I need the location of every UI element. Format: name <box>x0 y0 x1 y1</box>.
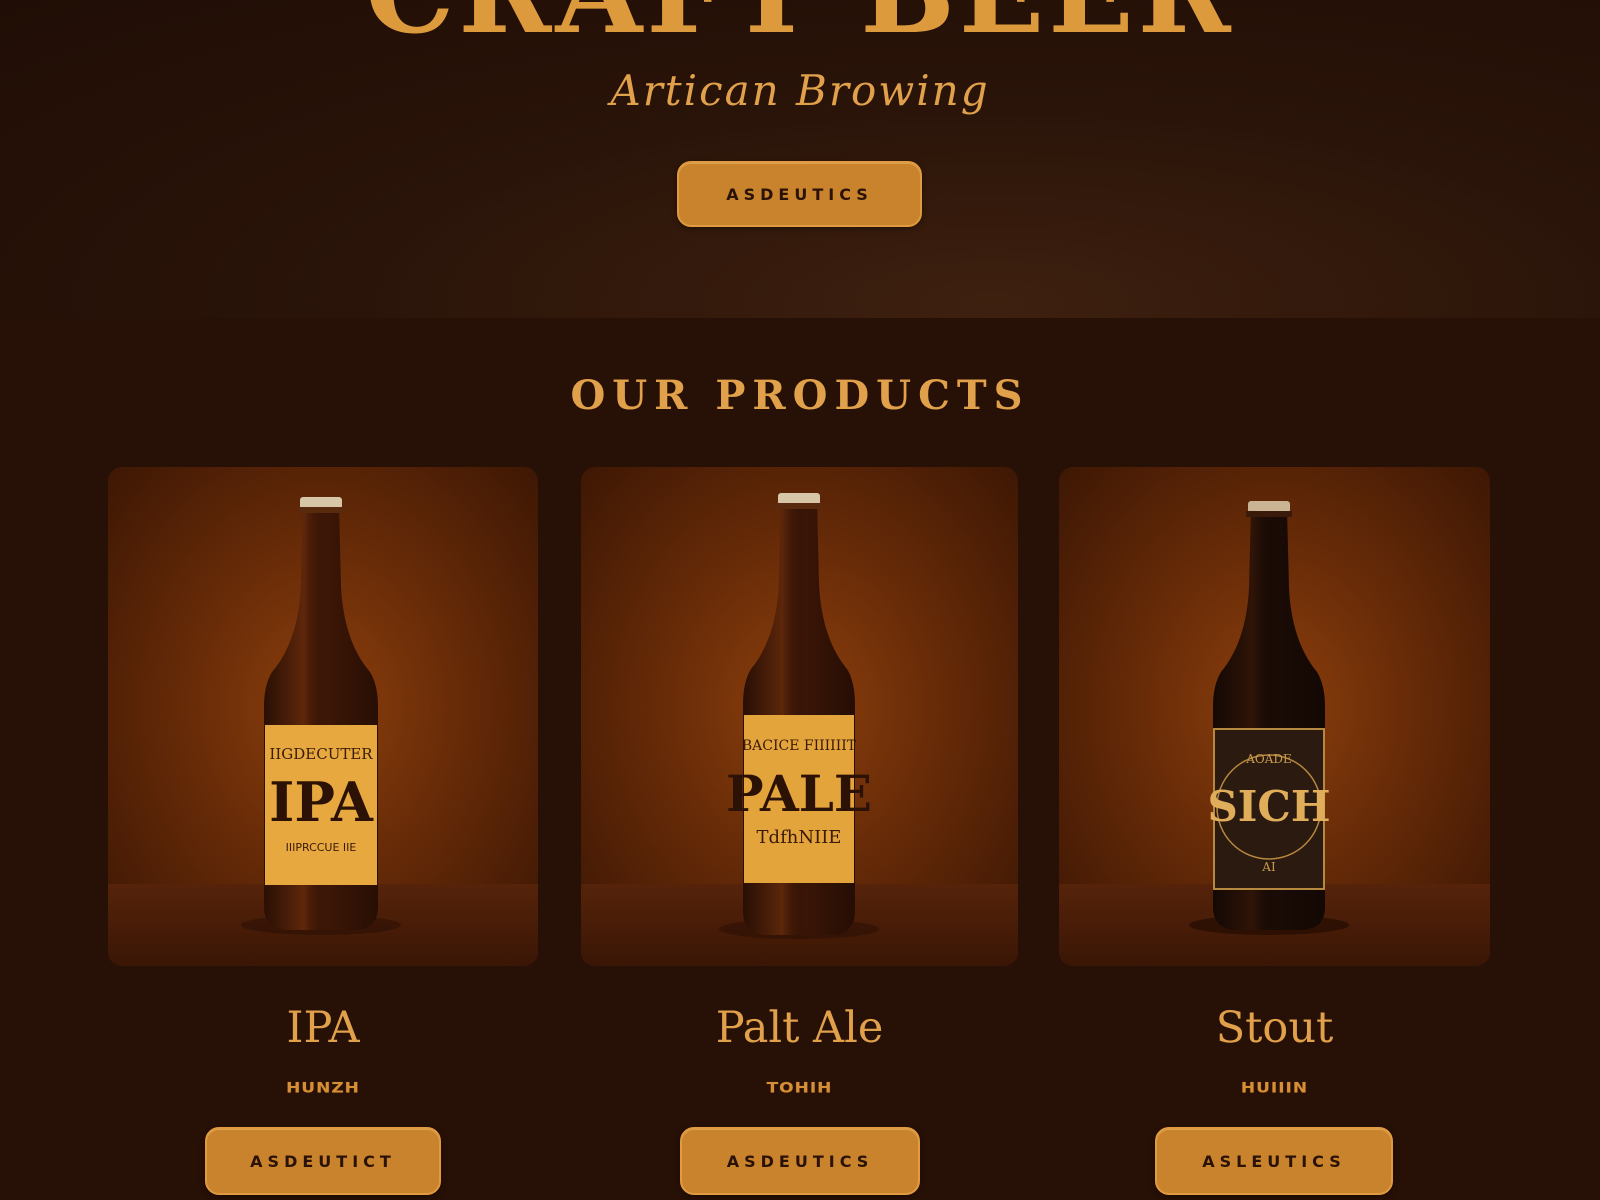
product-button-pale-ale[interactable]: ASDEUTICS <box>680 1127 920 1195</box>
product-button-ipa[interactable]: ASDEUTICT <box>205 1127 441 1195</box>
ipa-label-bottom: IIIPRCCUE IIE <box>286 841 357 854</box>
product-button-stout[interactable]: ASLEUTICS <box>1155 1127 1393 1195</box>
pale-ale-label-top: BACICE FIIIIIIT <box>742 738 857 754</box>
pale-ale-label-main: PALE <box>726 764 872 823</box>
product-image-pale-ale[interactable]: BACICE FIIIIIIT PALE TdfhNIIE <box>581 467 1018 966</box>
ipa-label-main: IPA <box>269 770 374 834</box>
product-tag-pale-ale: TOHIH <box>766 1079 833 1097</box>
stout-label-main: SICH <box>1207 782 1330 831</box>
product-image-ipa[interactable]: IIGDECUTER IPA IIIPRCCUE IIE <box>108 467 538 966</box>
hero-title: CRAFT BEER <box>0 0 1600 50</box>
product-name-stout: Stout <box>1215 1003 1334 1053</box>
product-image-stout[interactable]: AOADE SICH AI <box>1059 467 1490 966</box>
stout-label-bottom: AI <box>1261 860 1276 874</box>
hero-section: CRAFT BEER Artican Browing ASDEUTICS <box>0 0 1600 318</box>
ipa-label-top: IIGDECUTER <box>269 745 373 763</box>
product-name-pale-ale: Palt Ale <box>715 1003 884 1053</box>
ipa-bottle-image: IIGDECUTER IPA IIIPRCCUE IIE <box>241 497 401 935</box>
product-tag-ipa: HUNZH <box>286 1079 360 1097</box>
pale-ale-label-bottom: TdfhNIIE <box>757 827 842 848</box>
stout-label-top: AOADE <box>1245 752 1292 766</box>
products-section-title: OUR PRODUCTS <box>570 372 1030 419</box>
hero-subtitle: Artican Browing <box>610 66 990 115</box>
stout-bottle-image: AOADE SICH AI <box>1189 501 1349 935</box>
product-name-ipa: IPA <box>286 1003 360 1053</box>
pale-ale-bottle-image: BACICE FIIIIIIT PALE TdfhNIIE <box>719 493 879 939</box>
hero-cta-button[interactable]: ASDEUTICS <box>677 161 922 227</box>
product-tag-stout: HUIIIN <box>1240 1079 1309 1097</box>
